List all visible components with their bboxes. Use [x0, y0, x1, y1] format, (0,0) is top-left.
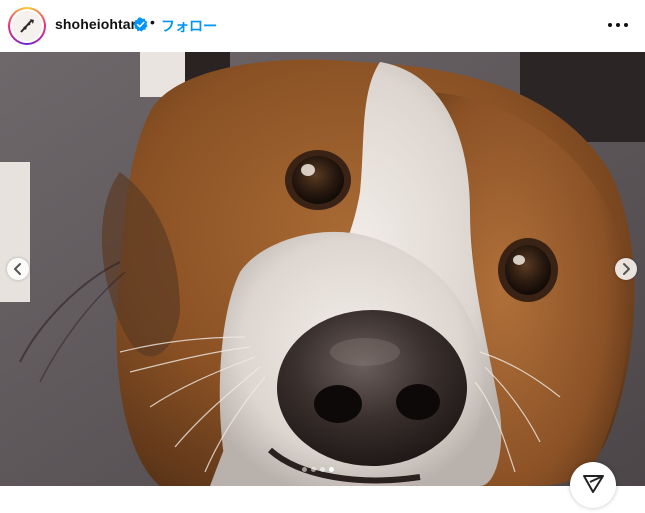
- header-separator: •: [150, 14, 155, 30]
- post-photo[interactable]: [0, 52, 645, 486]
- carousel-indicator: [302, 467, 334, 472]
- more-options-icon[interactable]: [608, 17, 628, 33]
- share-button[interactable]: [570, 462, 616, 508]
- follow-button[interactable]: フォロー: [161, 16, 217, 36]
- dog-photo-image: [0, 52, 645, 486]
- carousel-dot: [302, 467, 307, 472]
- avatar[interactable]: [8, 7, 46, 45]
- carousel-next-button[interactable]: [615, 258, 637, 280]
- avatar-image: [12, 11, 42, 41]
- carousel-dot: [329, 467, 334, 472]
- carousel-dot: [320, 467, 325, 472]
- carousel-dot: [311, 467, 316, 472]
- username-link[interactable]: shoheiohtani: [55, 16, 143, 32]
- share-icon: [583, 475, 604, 493]
- carousel-prev-button[interactable]: [7, 258, 29, 280]
- chevron-left-icon: [14, 263, 21, 275]
- chevron-right-icon: [623, 263, 630, 275]
- verified-badge-icon: [133, 17, 148, 32]
- post-header: shoheiohtani • フォロー: [0, 0, 645, 52]
